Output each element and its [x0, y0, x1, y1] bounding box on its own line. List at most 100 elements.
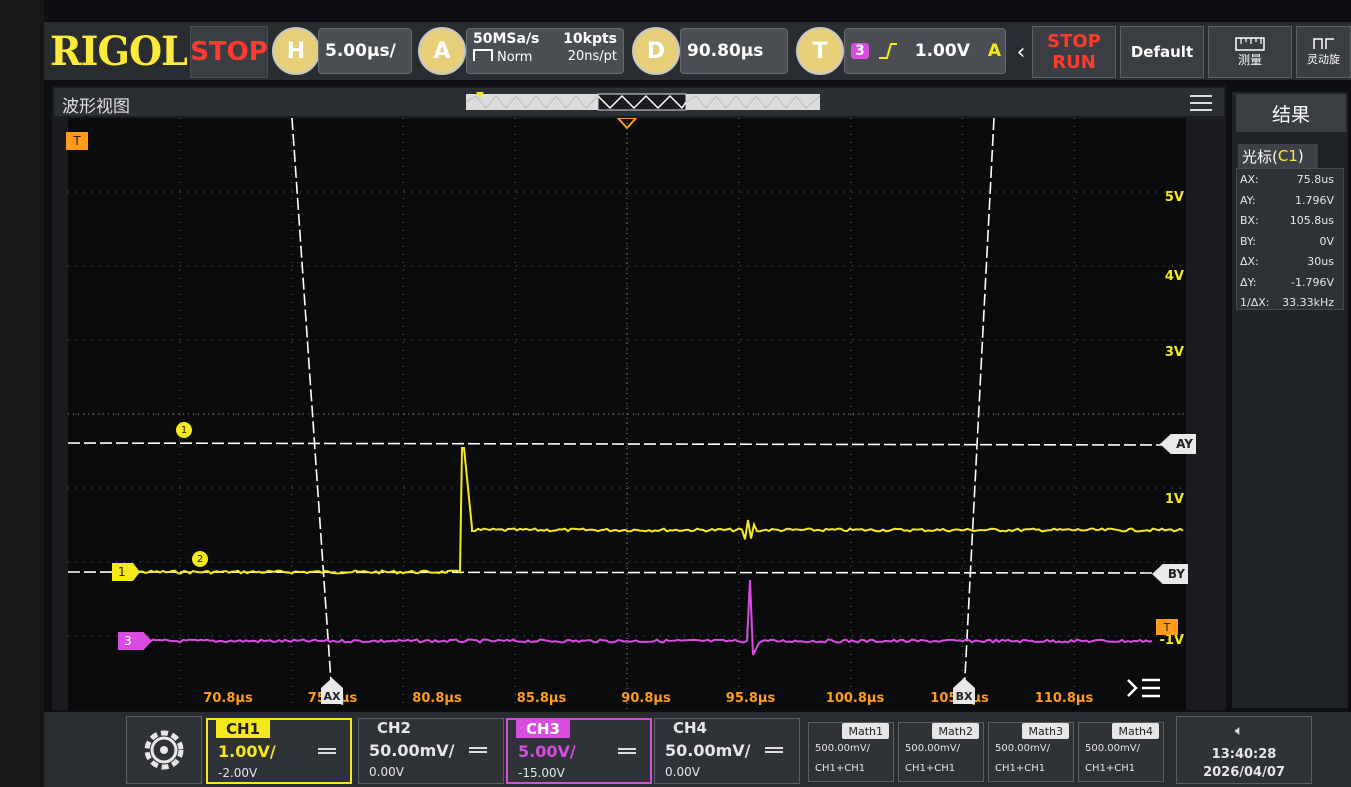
x-tick-label: 70.8µs	[203, 691, 253, 706]
x-tick-label: 100.8µs	[826, 691, 885, 706]
cursor-b-marker: 2	[192, 551, 208, 567]
trigger-source: 3	[851, 43, 869, 59]
math-scale: 500.00mV/	[1085, 743, 1140, 754]
ruler-icon	[1235, 36, 1265, 51]
gear-icon	[144, 730, 184, 770]
channel-4-block[interactable]: CH4 50.00mV/0.00V	[654, 718, 800, 784]
math-2-block[interactable]: Math2 500.00mV/CH1+CH1	[898, 722, 984, 782]
math-source: CH1+CH1	[1085, 763, 1136, 774]
dc-coupling-icon	[618, 748, 636, 754]
readout-key: ΔY:	[1240, 275, 1257, 289]
acquire-badge[interactable]: A	[418, 27, 466, 75]
menu-icon[interactable]	[1190, 94, 1212, 112]
x-tick-label: 110.8µs	[1035, 691, 1094, 706]
math-4-block[interactable]: Math4 500.00mV/CH1+CH1	[1078, 722, 1164, 782]
channel-scale: 5.00V/	[518, 742, 576, 761]
channel-offset: -15.00V	[518, 766, 565, 780]
dc-coupling-icon	[318, 748, 336, 754]
stop-label: STOP	[1047, 31, 1101, 52]
cursor-tab-label: 光标(	[1242, 147, 1278, 166]
channel-3-block[interactable]: CH3 5.00V/ -15.00V	[506, 718, 652, 784]
rising-edge-icon	[878, 43, 897, 59]
stop-run-button[interactable]: STOP RUN	[1032, 26, 1116, 78]
trigger-badge[interactable]: T	[796, 27, 844, 75]
readout-key: ΔX:	[1240, 255, 1259, 268]
rigol-logo: RIGOL	[50, 28, 188, 75]
run-state-indicator[interactable]: STOP	[190, 26, 268, 78]
math-label: Math3	[1022, 723, 1069, 739]
x-tick-label: 95.8µs	[726, 691, 776, 706]
trigger-level-marker[interactable]: T	[1156, 619, 1178, 635]
math-scale: 500.00mV/	[995, 743, 1050, 754]
readout-value: 33.33kHz	[1282, 296, 1334, 309]
channel-label: CH4	[663, 719, 717, 737]
math-label: Math4	[1112, 723, 1159, 739]
horizontal-scale[interactable]: 5.00µs/	[318, 28, 412, 74]
readout-key: 1/ΔX:	[1240, 296, 1270, 309]
readout-key: BY:	[1240, 234, 1256, 248]
math-label: Math1	[842, 723, 889, 739]
x-tick-label: 80.8µs	[412, 691, 462, 706]
flex-knob-button[interactable]: 灵动旋	[1296, 26, 1351, 78]
cursor-readout-row: AY: 1.796V	[1240, 194, 1340, 207]
y-tick-label: 1V	[1165, 492, 1184, 507]
dc-coupling-icon	[765, 747, 783, 753]
cursor-bx-label: BX	[956, 690, 973, 703]
cursor-bx-line	[963, 118, 995, 697]
readout-key: AX:	[1240, 173, 1259, 186]
y-tick-label: 3V	[1165, 345, 1184, 360]
chevron-left-icon[interactable]: ‹	[1012, 30, 1030, 74]
math-label: Math2	[932, 723, 979, 739]
dc-coupling-icon	[469, 747, 487, 753]
horizontal-delay[interactable]: 90.80µs	[680, 28, 788, 74]
channel-1-block[interactable]: CH1 1.00V/ -2.00V	[206, 718, 352, 784]
readout-key: BX:	[1240, 214, 1259, 227]
cursor-readout-row: BX: 105.8us	[1240, 214, 1340, 227]
x-tick-label: 90.8µs	[621, 691, 671, 706]
channel-offset: 0.00V	[369, 765, 404, 779]
measure-button[interactable]: 测量	[1208, 26, 1292, 78]
math-scale: 500.00mV/	[905, 743, 960, 754]
math-source: CH1+CH1	[995, 763, 1046, 774]
time-resolution: 20ns/pt	[567, 49, 617, 64]
channel-label: CH3	[516, 720, 570, 738]
cursor-readout-row: ΔX: 30us	[1240, 255, 1340, 268]
cursor-tab[interactable]: 光标(C1)	[1238, 144, 1318, 168]
x-tick-label: 85.8µs	[517, 691, 567, 706]
results-title: 结果	[1236, 94, 1346, 132]
math-source: CH1+CH1	[815, 763, 866, 774]
cursor-ay-line	[68, 442, 1163, 446]
ch3-trace	[149, 579, 1153, 656]
horizontal-badge[interactable]: H	[272, 27, 320, 75]
default-label: Default	[1130, 43, 1194, 61]
math-scale: 500.00mV/	[815, 743, 870, 754]
trigger-mode: A	[987, 41, 1002, 61]
memory-depth: 10kpts	[563, 31, 617, 47]
channel-offset: -2.00V	[218, 766, 258, 780]
math-1-block[interactable]: Math1 500.00mV/CH1+CH1	[808, 722, 894, 782]
home-button[interactable]	[126, 716, 202, 784]
memory-overview[interactable]	[466, 92, 820, 112]
cursor-readout-row: BY: 0V	[1240, 235, 1340, 248]
collapse-labels-icon[interactable]	[1126, 676, 1162, 700]
readout-value: 75.8us	[1296, 173, 1334, 186]
trigger-panel[interactable]: 3 1.00V A	[844, 28, 1006, 74]
sample-rate: 50MSa/s	[473, 31, 540, 47]
default-button[interactable]: Default	[1120, 26, 1204, 78]
delay-badge[interactable]: D	[632, 27, 680, 75]
clock-date: 2026/04/07	[1203, 765, 1285, 780]
speaker-icon[interactable]: 🔈︎	[1235, 723, 1243, 739]
measure-label: 测量	[1237, 52, 1262, 67]
run-label: RUN	[1052, 52, 1096, 73]
cursor-a-marker: 1	[176, 422, 192, 438]
y-tick-label: 5V	[1165, 190, 1184, 205]
clock-panel[interactable]: 🔈︎ 13:40:28 2026/04/07	[1176, 716, 1312, 784]
channel-label: CH2	[367, 719, 421, 737]
trigger-position-marker[interactable]: T	[66, 132, 88, 150]
readout-key: AY:	[1240, 193, 1256, 207]
cursor-ax-label: AX	[324, 690, 342, 703]
acquire-panel[interactable]: 50MSa/s 10kpts Norm 20ns/pt	[466, 28, 624, 74]
math-3-block[interactable]: Math3 500.00mV/CH1+CH1	[988, 722, 1074, 782]
waveform-plot[interactable]: 5V4V3V1V-1V70.8µs75.8µs80.8µs85.8µs90.8µ…	[68, 118, 1186, 710]
channel-2-block[interactable]: CH2 50.00mV/0.00V	[358, 718, 504, 784]
